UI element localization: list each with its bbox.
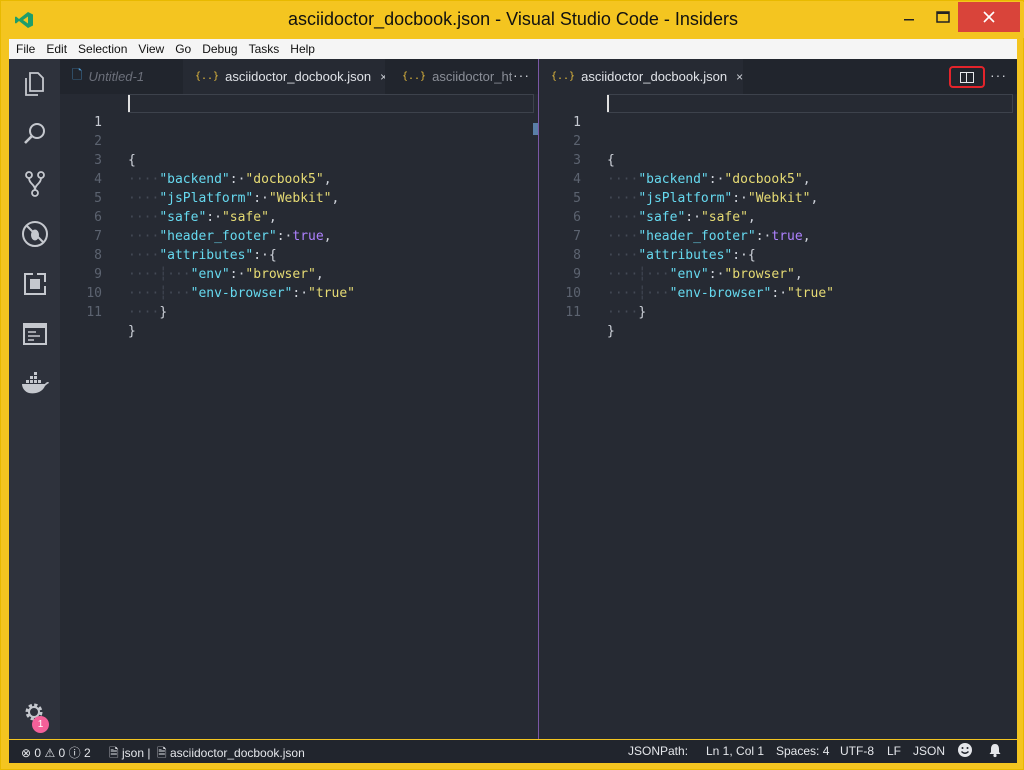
feedback-smiley-icon[interactable] bbox=[957, 742, 973, 761]
code-line: 1 bbox=[60, 94, 530, 130]
docker-icon[interactable] bbox=[20, 369, 50, 399]
code-line: 10 ····} bbox=[539, 265, 1009, 320]
debug-icon[interactable] bbox=[20, 219, 50, 249]
code-line: 8 ····┆···"env":·"browser", bbox=[60, 227, 530, 282]
tab-asciidoctor-docbook-json[interactable]: {..} asciidoctor_docbook.json × bbox=[183, 59, 385, 94]
jsonpath-indicator[interactable]: JSONPath: bbox=[628, 744, 688, 758]
code-line: 3 ····"backend":·"docbook5", bbox=[60, 132, 530, 187]
minimize-icon bbox=[904, 19, 914, 21]
language-mode-indicator[interactable]: JSON bbox=[913, 744, 945, 758]
menu-file[interactable]: File bbox=[16, 42, 35, 56]
more-actions-icon[interactable]: ··· bbox=[513, 67, 530, 83]
code-line: 10 ····} bbox=[60, 265, 530, 320]
error-icon: ⊗ bbox=[21, 746, 32, 760]
close-window-button[interactable] bbox=[958, 2, 1020, 32]
code-line: 3 ····"backend":·"docbook5", bbox=[539, 132, 1009, 187]
info-icon: ⓘ bbox=[68, 746, 81, 760]
problems-indicator[interactable]: ⊗ 0 ⚠ 0 ⓘ 2 bbox=[21, 744, 91, 761]
tab-bar-right: {..} asciidoctor_docbook.json × ··· bbox=[539, 59, 1017, 94]
split-editor-icon bbox=[960, 71, 974, 83]
close-icon bbox=[983, 11, 995, 23]
search-icon[interactable] bbox=[20, 119, 50, 149]
code-line: 9 ····┆···"env-browser":·"true" bbox=[539, 246, 1009, 301]
tab-label: Untitled-1 bbox=[88, 69, 145, 84]
menu-debug[interactable]: Debug bbox=[202, 42, 237, 56]
indentation-indicator[interactable]: Spaces: 4 bbox=[776, 744, 829, 758]
title-bar: asciidoctor_docbook.json - Visual Studio… bbox=[2, 2, 1024, 38]
active-file-indicator[interactable]: 🗎 asciidoctor_docbook.json bbox=[157, 744, 305, 765]
close-tab-icon[interactable]: × bbox=[380, 70, 385, 84]
workbench: 1 🗋 Untitled-1 {..} asciidoctor_docbook.… bbox=[9, 59, 1017, 739]
menu-go[interactable]: Go bbox=[175, 42, 191, 56]
code-line: 1 bbox=[539, 94, 1009, 130]
status-bar: ⊗ 0 ⚠ 0 ⓘ 2 🗎 json | 🗎 asciidoctor_docbo… bbox=[9, 740, 1017, 763]
menu-view[interactable]: View bbox=[138, 42, 164, 56]
terminal-icon[interactable] bbox=[20, 319, 50, 349]
notifications-bell-icon[interactable] bbox=[987, 742, 1003, 761]
tab-asciidoctor-docbook-json[interactable]: {..} asciidoctor_docbook.json × bbox=[539, 59, 743, 94]
json-file-icon: {..} bbox=[195, 71, 220, 82]
code-line: 8 ····┆···"env":·"browser", bbox=[539, 227, 1009, 282]
explorer-icon[interactable] bbox=[20, 69, 50, 99]
editor-group-right: {..} asciidoctor_docbook.json × ··· 1 2 … bbox=[538, 59, 1017, 739]
editor-group-left: 🗋 Untitled-1 {..} asciidoctor_docbook.js… bbox=[60, 59, 538, 739]
line-number: 11 bbox=[565, 305, 581, 320]
code-line: 11 } bbox=[60, 284, 530, 339]
maximize-icon bbox=[936, 11, 950, 23]
code-line: 4 ····"jsPlatform":·"Webkit", bbox=[539, 151, 1009, 206]
json-file-icon: {..} bbox=[402, 71, 427, 82]
code-line: 6 ····"header_footer":·true, bbox=[60, 189, 530, 244]
encoding-indicator[interactable]: UTF-8 bbox=[840, 744, 874, 758]
tab-asciidoctor-htm[interactable]: {..} asciidoctor_htm bbox=[390, 59, 512, 94]
cursor-position[interactable]: Ln 1, Col 1 bbox=[706, 744, 764, 758]
code-line: 11 } bbox=[539, 284, 1009, 339]
eol-indicator[interactable]: LF bbox=[887, 744, 901, 758]
code-line: 2 { bbox=[539, 113, 1009, 168]
split-editor-button[interactable] bbox=[949, 66, 985, 88]
menu-tasks[interactable]: Tasks bbox=[249, 42, 280, 56]
code-line: 7 ····"attributes":·{ bbox=[60, 208, 530, 263]
file-icon: 🗋 bbox=[72, 67, 83, 83]
code-line: 7 ····"attributes":·{ bbox=[539, 208, 1009, 263]
tab-label: asciidoctor_docbook.json bbox=[581, 69, 728, 84]
code-line: 4 ····"jsPlatform":·"Webkit", bbox=[60, 151, 530, 206]
activity-bar: 1 bbox=[9, 59, 60, 739]
app-window: asciidoctor_docbook.json - Visual Studio… bbox=[0, 0, 1024, 770]
extensions-icon[interactable] bbox=[20, 269, 50, 299]
menu-help[interactable]: Help bbox=[290, 42, 315, 56]
tab-bar-left: 🗋 Untitled-1 {..} asciidoctor_docbook.js… bbox=[60, 59, 538, 94]
menu-edit[interactable]: Edit bbox=[46, 42, 67, 56]
tab-untitled-1[interactable]: 🗋 Untitled-1 bbox=[60, 59, 178, 94]
settings-update-badge: 1 bbox=[32, 716, 49, 733]
code-line: 2 { bbox=[60, 113, 530, 168]
code-line: 9 ····┆···"env-browser":·"true" bbox=[60, 246, 530, 301]
warning-icon: ⚠ bbox=[44, 746, 56, 760]
code-editor-right[interactable]: 1 2 { 3 ····"backend":·"docbook5", 4 ···… bbox=[539, 94, 1017, 739]
code-line: 5 ····"safe":·"safe", bbox=[60, 170, 530, 225]
line-number: 11 bbox=[86, 305, 102, 320]
close-tab-icon[interactable]: × bbox=[736, 70, 743, 84]
window-title: asciidoctor_docbook.json - Visual Studio… bbox=[288, 9, 738, 29]
json-file-icon: {..} bbox=[551, 71, 576, 82]
code-line: 6 ····"header_footer":·true, bbox=[539, 189, 1009, 244]
code-line: 5 ····"safe":·"safe", bbox=[539, 170, 1009, 225]
menu-selection[interactable]: Selection bbox=[78, 42, 127, 56]
more-actions-icon[interactable]: ··· bbox=[990, 67, 1007, 83]
menu-bar: File Edit Selection View Go Debug Tasks … bbox=[9, 39, 1017, 59]
source-control-icon[interactable] bbox=[20, 169, 50, 199]
code-editor-left[interactable]: 1 2 { 3 ····"backend":·"docbook5", 4 ···… bbox=[60, 94, 538, 739]
tab-label: asciidoctor_htm bbox=[432, 69, 512, 84]
language-indicator-left[interactable]: 🗎 json | bbox=[109, 744, 150, 765]
file-icon: 🗎 bbox=[109, 746, 119, 760]
file-icon: 🗎 bbox=[157, 746, 167, 760]
tab-label: asciidoctor_docbook.json bbox=[225, 69, 372, 84]
